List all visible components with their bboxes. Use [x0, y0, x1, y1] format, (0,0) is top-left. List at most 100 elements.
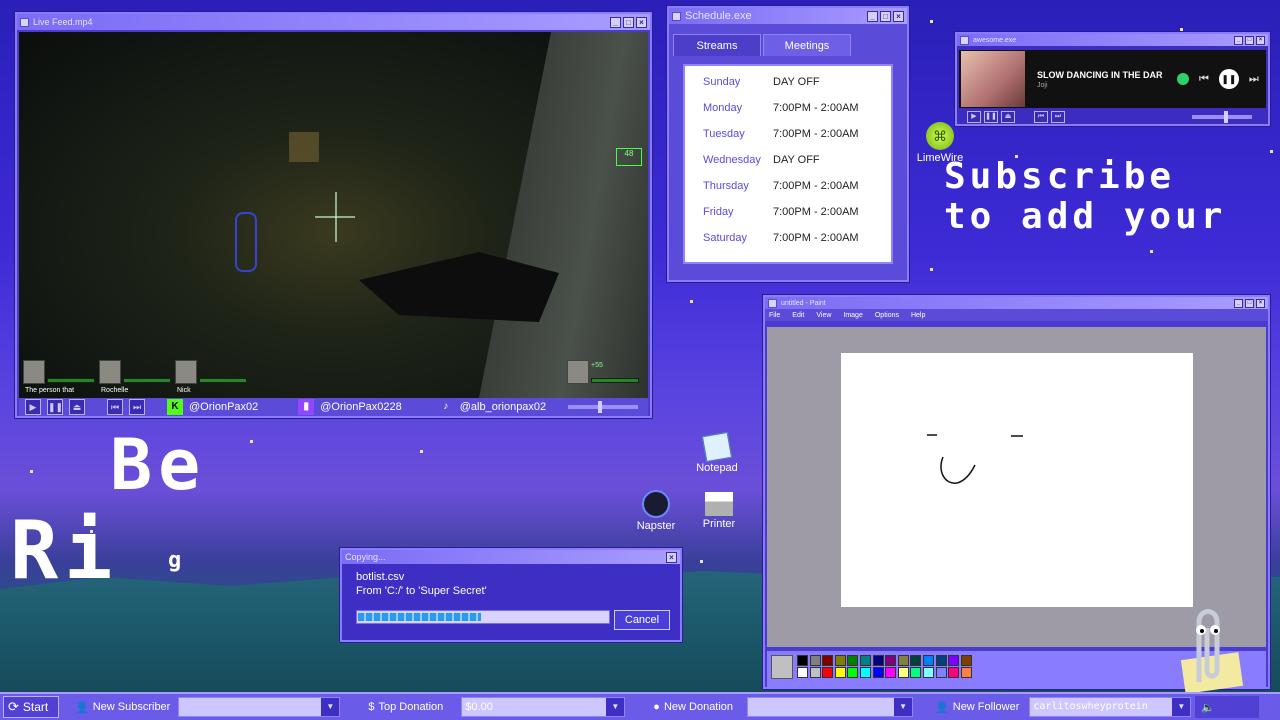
color-swatch[interactable]	[834, 667, 846, 678]
follower-field[interactable]: carlitoswheyprotein ▼	[1029, 697, 1192, 717]
tab-streams[interactable]: Streams	[673, 34, 761, 56]
color-swatch[interactable]	[860, 667, 871, 678]
volume-slider[interactable]	[568, 401, 638, 413]
menu-view[interactable]: View	[816, 312, 831, 319]
color-swatch[interactable]	[822, 667, 834, 678]
close-button[interactable]: ×	[1256, 35, 1265, 45]
tab-meetings[interactable]: Meetings	[763, 34, 851, 56]
chevron-down-icon[interactable]: ▼	[606, 698, 625, 716]
next-icon[interactable]: ⏭	[1051, 111, 1065, 123]
social-tiktok[interactable]: ♪ @alb_orionpax02	[438, 399, 546, 415]
color-swatch[interactable]	[910, 655, 922, 666]
minimize-button[interactable]: _	[867, 10, 878, 22]
music-player-window[interactable]: awesome.exe _ □ × SLOW DANCING IN THE DA…	[955, 32, 1270, 126]
color-swatch[interactable]	[872, 667, 884, 678]
color-swatch[interactable]	[960, 655, 972, 666]
cancel-button[interactable]: Cancel	[614, 610, 670, 630]
play-icon[interactable]: ▶	[967, 111, 981, 123]
next-icon[interactable]: ⏭	[129, 399, 145, 415]
donation-field[interactable]: ▼	[747, 697, 914, 717]
social-twitch[interactable]: ▮ @OrionPax0228	[298, 399, 402, 415]
color-swatch[interactable]	[897, 655, 909, 666]
music-titlebar[interactable]: awesome.exe _ □ ×	[957, 34, 1268, 46]
paint-titlebar[interactable]: untitled - Paint _ □ ×	[765, 297, 1268, 309]
live-feed-titlebar[interactable]: Live Feed.mp4 _ □ ×	[17, 14, 650, 30]
close-button[interactable]: ×	[636, 16, 647, 28]
paint-canvas[interactable]	[841, 353, 1193, 607]
color-swatch[interactable]	[948, 667, 960, 678]
eject-icon[interactable]: ⏏	[1001, 111, 1015, 123]
color-swatch[interactable]	[935, 655, 947, 666]
menu-file[interactable]: File	[769, 312, 780, 319]
social-kick[interactable]: K @OrionPax02	[167, 399, 258, 415]
pause-icon[interactable]: ❚❚	[1218, 69, 1239, 89]
minimize-button[interactable]: _	[610, 16, 621, 28]
top-donation-field[interactable]: $0.00 ▼	[461, 697, 626, 717]
schedule-window[interactable]: Schedule.exe _ □ × Streams Meetings Sund…	[667, 6, 909, 282]
minimize-button[interactable]: _	[1234, 35, 1243, 45]
schedule-time: 7:00PM - 2:00AM	[773, 232, 859, 244]
color-swatch[interactable]	[897, 667, 909, 678]
chevron-down-icon[interactable]: ▼	[894, 698, 913, 716]
prev-icon[interactable]: ⏮	[107, 399, 123, 415]
schedule-time: 7:00PM - 2:00AM	[773, 206, 859, 218]
close-button[interactable]: ×	[666, 551, 677, 563]
color-swatch[interactable]	[948, 655, 960, 666]
previous-track-icon[interactable]: ⏮	[1199, 73, 1209, 86]
pause-icon[interactable]: ❚❚	[984, 111, 998, 123]
pause-icon[interactable]: ❚❚	[47, 399, 63, 415]
volume-slider[interactable]	[1192, 111, 1252, 123]
menu-image[interactable]: Image	[843, 312, 862, 319]
minimize-button[interactable]: _	[1234, 298, 1243, 308]
volume-thumb[interactable]	[1224, 111, 1228, 123]
chevron-down-icon[interactable]: ▼	[321, 698, 340, 716]
color-swatch[interactable]	[847, 667, 859, 678]
color-swatch[interactable]	[809, 655, 821, 666]
color-swatch[interactable]	[923, 655, 934, 666]
menu-edit[interactable]: Edit	[792, 312, 804, 319]
chevron-down-icon[interactable]: ▼	[1172, 698, 1191, 716]
color-swatch[interactable]	[797, 667, 808, 678]
close-button[interactable]: ×	[893, 10, 904, 22]
color-swatch[interactable]	[860, 655, 871, 666]
color-swatch[interactable]	[885, 655, 897, 666]
subscriber-field[interactable]: ▼	[178, 697, 341, 717]
maximize-button[interactable]: □	[1245, 35, 1254, 45]
menu-options[interactable]: Options	[875, 312, 899, 319]
player-portrait	[567, 360, 589, 384]
desktop-icon-printer[interactable]: Printer	[696, 492, 742, 530]
color-swatch[interactable]	[809, 667, 821, 678]
copy-titlebar[interactable]: Copying... ×	[342, 550, 680, 564]
color-swatch[interactable]	[960, 667, 972, 678]
color-swatch[interactable]	[797, 655, 808, 666]
prev-icon[interactable]: ⏮	[1034, 111, 1048, 123]
subscribe-text: Subscribe	[944, 156, 1176, 197]
color-swatch[interactable]	[923, 667, 934, 678]
speaker-icon[interactable]: 🔈	[1201, 701, 1215, 714]
maximize-button[interactable]: □	[880, 10, 891, 22]
color-swatch[interactable]	[935, 667, 947, 678]
next-track-icon[interactable]: ⏭	[1249, 73, 1259, 86]
clippy-assistant[interactable]	[1165, 598, 1245, 694]
color-swatch[interactable]	[885, 667, 897, 678]
desktop-icon-napster[interactable]: Napster	[632, 490, 680, 532]
color-swatch[interactable]	[822, 655, 834, 666]
be-text: Be	[110, 424, 207, 506]
schedule-titlebar[interactable]: Schedule.exe _ □ ×	[669, 8, 907, 24]
color-swatch[interactable]	[910, 667, 922, 678]
maximize-button[interactable]: □	[623, 16, 634, 28]
volume-thumb[interactable]	[598, 401, 602, 413]
start-button[interactable]: ⟳ Start	[3, 696, 59, 718]
color-swatch[interactable]	[872, 655, 884, 666]
liked-icon[interactable]	[1177, 73, 1189, 85]
maximize-button[interactable]: □	[1245, 298, 1254, 308]
close-button[interactable]: ×	[1256, 298, 1265, 308]
color-swatch[interactable]	[834, 655, 846, 666]
menu-help[interactable]: Help	[911, 312, 925, 319]
live-feed-window[interactable]: Live Feed.mp4 _ □ × 48 The person that R…	[15, 12, 652, 418]
color-swatch[interactable]	[847, 655, 859, 666]
play-icon[interactable]: ▶	[25, 399, 41, 415]
desktop-icon-notepad[interactable]: Notepad	[694, 431, 740, 474]
copy-dialog[interactable]: Copying... × botlist.csv From 'C:/' to '…	[340, 548, 682, 642]
eject-icon[interactable]: ⏏	[69, 399, 85, 415]
